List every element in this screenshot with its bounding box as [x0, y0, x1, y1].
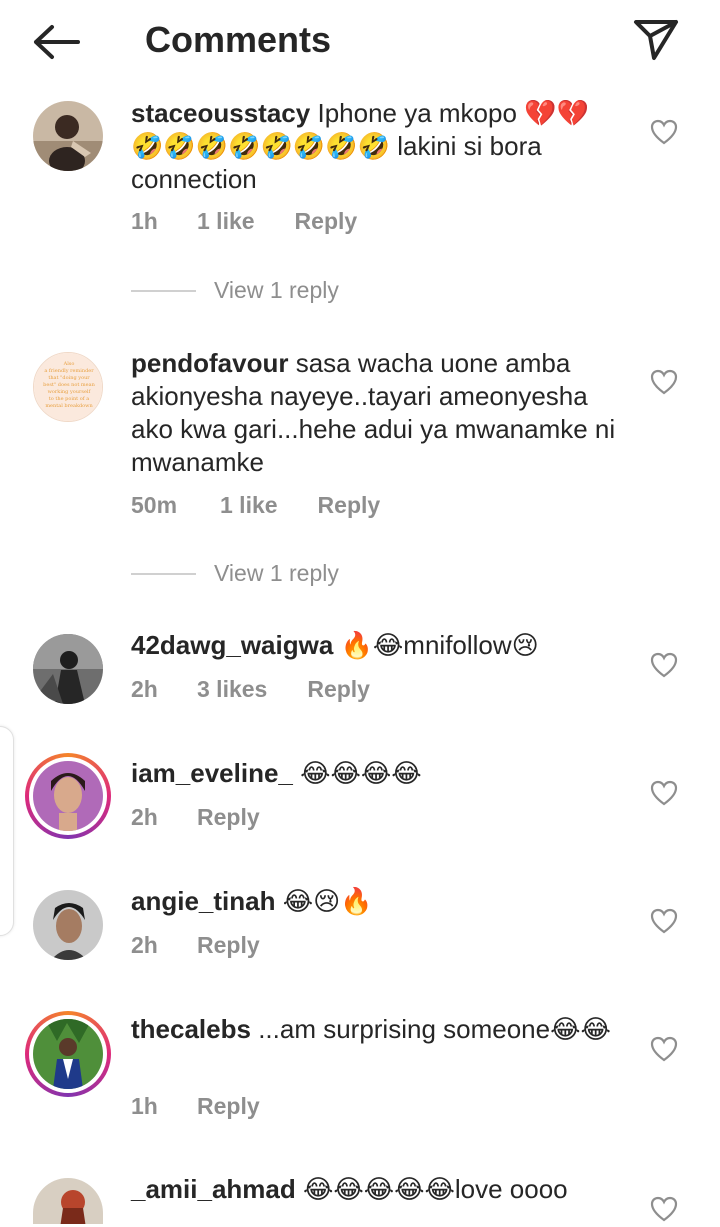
top-bar: Comments [0, 0, 720, 84]
comment-time: 50m [131, 492, 178, 518]
like-heart-icon[interactable] [650, 908, 678, 934]
comment-likes[interactable]: 3 likes [197, 676, 267, 703]
comment-meta: 2h 3 likes Reply [131, 676, 370, 703]
avatar-story-ring[interactable] [25, 753, 111, 839]
avatar [33, 761, 103, 831]
avatar-story-ring[interactable] [25, 1011, 111, 1097]
avatar[interactable] [33, 890, 103, 960]
svg-text:working yourself: working yourself [48, 389, 92, 395]
svg-text:best" does not mean: best" does not mean [43, 382, 95, 388]
svg-text:Also: Also [63, 361, 75, 367]
comment-text: staceousstacy Iphone ya mkopo 💔💔🤣🤣🤣🤣🤣🤣🤣🤣… [131, 97, 621, 196]
like-heart-icon[interactable] [650, 1036, 678, 1062]
comment-meta: 1h Reply [131, 1093, 260, 1120]
comment-likes[interactable]: 1 like [220, 492, 278, 519]
comment-text: thecalebs ...am surprising someone😂😂 [131, 1013, 621, 1046]
avatar [33, 1019, 103, 1089]
comment-text: angie_tinah 😂😢🔥 [131, 885, 621, 918]
comment-meta: 2h Reply [131, 932, 260, 959]
view-replies-button[interactable]: View 1 reply [131, 277, 339, 304]
comment-body: 😂😂😂😂 [300, 758, 422, 788]
page-title: Comments [145, 19, 332, 60]
comment-meta: 1h 1 like Reply [131, 208, 357, 235]
reply-button[interactable]: Reply [197, 1093, 260, 1120]
comment-time: 2h [131, 932, 158, 958]
view-replies-button[interactable]: View 1 reply [131, 560, 339, 587]
svg-text:to the point of a: to the point of a [49, 396, 89, 402]
reply-button[interactable]: Reply [295, 208, 358, 235]
divider-line [131, 289, 196, 292]
reply-button[interactable]: Reply [197, 804, 260, 831]
comment-username[interactable]: staceousstacy [131, 98, 310, 128]
comment-body: 😂😂😂😂😂love oooo [302, 1174, 568, 1204]
reply-button[interactable]: Reply [197, 932, 260, 959]
comment-body: ...am surprising someone😂😂 [258, 1014, 611, 1044]
like-heart-icon[interactable] [650, 119, 678, 145]
avatar[interactable] [33, 634, 103, 704]
view-replies-label: View 1 reply [214, 560, 339, 586]
comment-username[interactable]: iam_eveline_ [131, 758, 293, 788]
comment-text: iam_eveline_ 😂😂😂😂 [131, 757, 621, 790]
comment-text: 42dawg_waigwa 🔥😂mnifollow😢 [131, 629, 621, 662]
avatar[interactable]: Also a friendly reminder that "doing you… [33, 352, 103, 422]
comment-meta: 50m 1 like Reply [131, 492, 380, 519]
like-heart-icon[interactable] [650, 1196, 678, 1222]
comment-time: 2h [131, 804, 158, 830]
svg-text:a friendly reminder: a friendly reminder [44, 368, 94, 374]
comment-body: 😂😢🔥 [282, 886, 373, 916]
reply-button[interactable]: Reply [318, 492, 381, 519]
avatar[interactable] [33, 101, 103, 171]
comment-username[interactable]: 42dawg_waigwa [131, 630, 333, 660]
comment-text: _amii_ahmad 😂😂😂😂😂love oooo [131, 1173, 621, 1206]
reply-button[interactable]: Reply [307, 676, 370, 703]
side-panel-edge[interactable] [0, 726, 14, 936]
svg-text:that "doing your: that "doing your [48, 375, 90, 381]
like-heart-icon[interactable] [650, 369, 678, 395]
comment-username[interactable]: pendofavour [131, 348, 288, 378]
comment-username[interactable]: _amii_ahmad [131, 1174, 296, 1204]
like-heart-icon[interactable] [650, 780, 678, 806]
svg-text:mental breakdown: mental breakdown [45, 403, 93, 409]
comment-username[interactable]: thecalebs [131, 1014, 251, 1044]
comment-username[interactable]: angie_tinah [131, 886, 275, 916]
view-replies-label: View 1 reply [214, 277, 339, 303]
comment-text: pendofavour sasa wacha uone amba akionye… [131, 347, 621, 479]
direct-share-icon[interactable] [630, 16, 682, 64]
avatar[interactable] [33, 1178, 103, 1224]
like-heart-icon[interactable] [650, 652, 678, 678]
comment-likes[interactable]: 1 like [197, 208, 255, 235]
comment-body: 🔥😂mnifollow😢 [340, 630, 539, 660]
comment-time: 2h [131, 676, 158, 702]
comment-time: 1h [131, 1093, 158, 1119]
divider-line [131, 572, 196, 575]
comment-meta: 2h Reply [131, 804, 260, 831]
comment-time: 1h [131, 208, 158, 234]
back-arrow-icon[interactable] [30, 22, 82, 62]
